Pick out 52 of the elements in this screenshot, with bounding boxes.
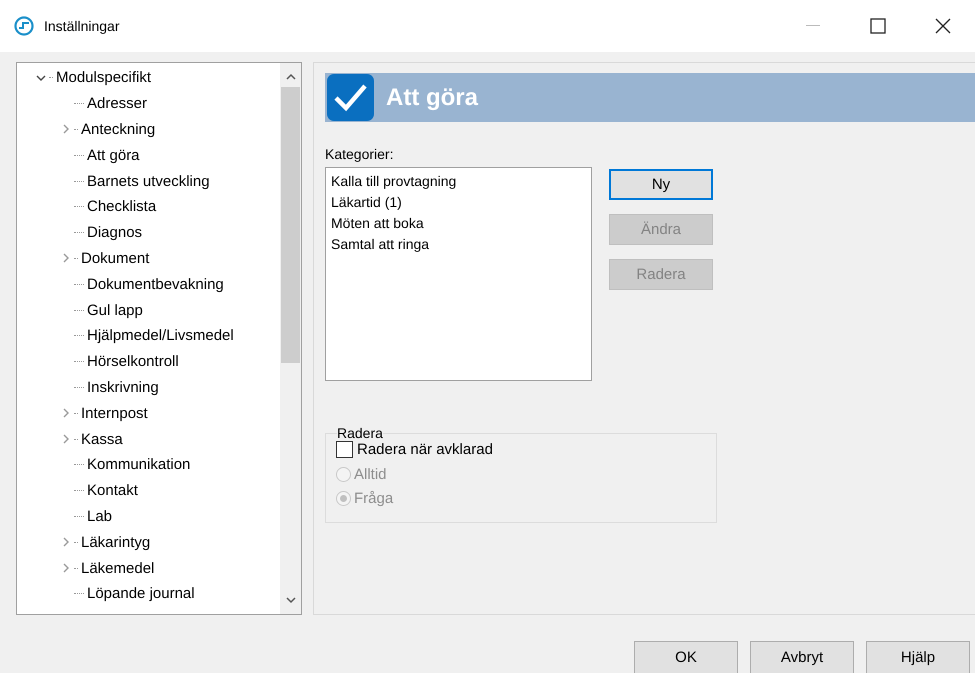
tree-item[interactable]: Kassa	[80, 430, 124, 449]
list-item[interactable]: Möten att boka	[331, 213, 586, 234]
dialog-button[interactable]: Hjälp	[866, 641, 970, 673]
expand-chevron-icon[interactable]	[61, 408, 71, 418]
tree-item[interactable]: Hjälpmedel/Livsmedel	[86, 326, 235, 346]
tree-item[interactable]: Checklista	[86, 197, 158, 216]
radio-label: Alltid	[354, 466, 387, 482]
tree-item[interactable]: Anteckning	[80, 120, 156, 139]
action-button[interactable]: Ny	[609, 169, 713, 200]
close-icon[interactable]	[934, 18, 950, 34]
tree-item[interactable]: Kontakt	[86, 481, 139, 500]
dialog-button[interactable]: Avbryt	[750, 641, 854, 673]
categories-label: Kategorier:	[325, 146, 394, 162]
window-title: Inställningar	[44, 18, 120, 34]
tree-item[interactable]: Löpande journal	[86, 584, 196, 604]
tree-item[interactable]: Barnets utveckling	[86, 172, 211, 191]
tree-item[interactable]: Modulspecifikt	[55, 68, 152, 88]
checkmark-icon	[327, 74, 374, 121]
checkbox-label: Radera när avklarad	[357, 441, 493, 458]
expand-chevron-icon[interactable]	[61, 537, 71, 548]
tree-item[interactable]: Lab	[86, 506, 114, 526]
list-item[interactable]: Läkartid (1)	[331, 192, 586, 213]
minimize-icon[interactable]	[806, 25, 820, 27]
tree-item[interactable]: Gul lapp	[86, 300, 144, 320]
tree-item[interactable]: Läkemedel	[80, 558, 156, 578]
maximize-icon[interactable]	[870, 18, 886, 34]
section-title: Att göra	[386, 84, 478, 112]
tree-item[interactable]: Dokumentbevakning	[86, 274, 225, 294]
tree-item[interactable]: Internpost	[80, 404, 149, 423]
group-title: Radera	[337, 425, 383, 441]
list-item[interactable]: Samtal att ringa	[331, 234, 586, 255]
app-logo-icon	[14, 16, 34, 36]
tree-item[interactable]: Dokument	[80, 248, 150, 268]
expand-chevron-icon[interactable]	[61, 253, 71, 264]
expand-chevron-icon[interactable]	[61, 563, 71, 574]
tree-item[interactable]: Att göra	[86, 146, 141, 165]
tree-item[interactable]: Adresser	[86, 94, 148, 114]
list-item[interactable]: Kalla till provtagning	[331, 171, 586, 192]
checkbox[interactable]	[336, 441, 353, 458]
dialog-button[interactable]: OK	[634, 641, 738, 673]
tree-item[interactable]: Kommunikation	[86, 455, 192, 474]
tree-item[interactable]: Hörselkontroll	[86, 352, 180, 372]
radio-label: Fråga	[354, 490, 394, 506]
scrollbar[interactable]	[280, 63, 301, 614]
collapse-chevron-icon[interactable]	[36, 72, 46, 83]
scroll-up-icon[interactable]	[286, 73, 296, 81]
expand-chevron-icon[interactable]	[61, 124, 71, 134]
expand-chevron-icon[interactable]	[61, 434, 71, 444]
tree-item[interactable]: Diagnos	[86, 223, 144, 242]
scroll-down-icon[interactable]	[286, 596, 296, 604]
tree-item[interactable]: Läkarintyg	[80, 532, 152, 552]
tree-item[interactable]: Inskrivning	[86, 378, 160, 397]
